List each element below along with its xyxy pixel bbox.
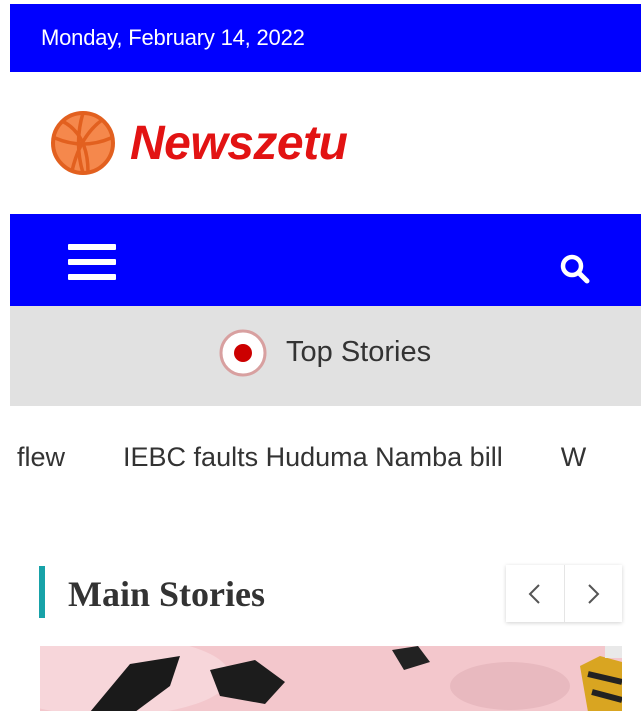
carousel-next-button[interactable]	[563, 565, 623, 622]
search-icon[interactable]	[558, 252, 592, 286]
hamburger-line	[68, 274, 116, 280]
top-stories-bar: Top Stories	[10, 306, 641, 406]
carousel-prev-button[interactable]	[506, 565, 564, 622]
main-navbar	[10, 214, 641, 306]
ticker-item[interactable]: IEBC faults Huduma Namba bill	[123, 442, 503, 473]
ticker-item[interactable]: s flew	[10, 442, 65, 473]
section-accent-bar	[39, 566, 45, 618]
site-header: Newszetu	[10, 72, 641, 214]
ticker-item[interactable]: W	[561, 442, 586, 473]
site-logo-text[interactable]: Newszetu	[130, 116, 348, 171]
hamburger-line	[68, 244, 116, 250]
hamburger-line	[68, 259, 116, 265]
hamburger-icon[interactable]	[68, 244, 116, 280]
top-stories-label: Top Stories	[286, 336, 432, 368]
carousel-controls	[506, 565, 622, 622]
current-date: Monday, February 14, 2022	[41, 25, 305, 50]
ticker-track: s flew IEBC faults Huduma Namba bill W	[10, 442, 586, 473]
main-story-image[interactable]	[40, 646, 622, 711]
main-stories-header: Main Stories	[10, 509, 641, 649]
chevron-left-icon	[528, 583, 540, 604]
basketball-icon[interactable]	[50, 110, 116, 176]
main-stories-title: Main Stories	[68, 574, 265, 614]
date-bar: Monday, February 14, 2022	[10, 4, 641, 72]
story-photo	[40, 646, 622, 711]
live-dot-icon	[219, 329, 267, 377]
news-ticker: s flew IEBC faults Huduma Namba bill W	[10, 406, 641, 510]
chevron-right-icon	[588, 583, 600, 604]
page: Monday, February 14, 2022 Newszetu Top S…	[10, 4, 641, 711]
